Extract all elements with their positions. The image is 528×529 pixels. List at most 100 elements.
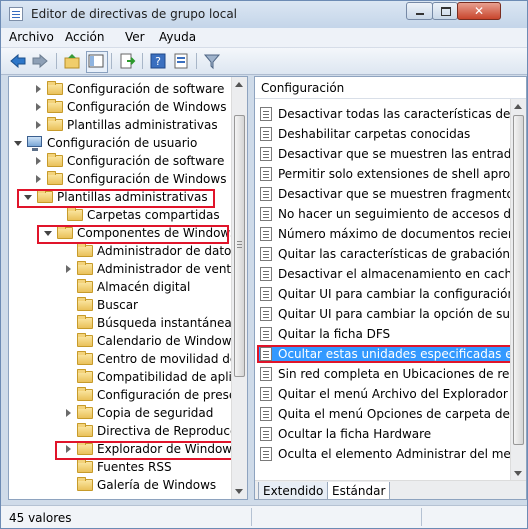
policy-row[interactable]: No hacer un seguimiento de accesos direc… <box>255 204 523 224</box>
policy-label: Desactivar que se muestren fragmentos en… <box>278 187 523 201</box>
policy-row[interactable]: Desactivar que se muestren fragmentos en… <box>255 184 523 204</box>
expand-arrow-icon[interactable] <box>36 175 41 183</box>
menu-ayuda[interactable]: Ayuda <box>159 30 196 44</box>
policy-row[interactable]: Oculta el elemento Administrar del menú … <box>255 444 523 464</box>
up-folder-icon[interactable] <box>63 52 81 70</box>
properties-icon[interactable] <box>172 52 190 70</box>
export-list-icon[interactable] <box>118 52 136 70</box>
tree-item-label: Búsqueda instantánea <box>97 316 232 330</box>
tree-item[interactable]: Administrador de datos ac <box>9 242 247 260</box>
show-hide-tree-icon[interactable] <box>86 51 108 73</box>
tree-item[interactable]: Configuración de usuario <box>9 134 231 152</box>
tree-item-label: Configuración de usuario <box>47 136 198 150</box>
maximize-button[interactable] <box>432 2 458 20</box>
help-icon[interactable]: ? <box>149 52 167 70</box>
highlight-box <box>17 189 215 208</box>
tree-pane: Configuración de software Configuración d… <box>8 76 248 500</box>
column-header-configuracion[interactable]: Configuración <box>255 77 526 99</box>
policy-row[interactable]: Sin red completa en Ubicaciones de red <box>255 364 523 384</box>
window-title: Editor de directivas de grupo local <box>31 7 238 21</box>
expand-arrow-icon[interactable] <box>36 121 41 129</box>
policy-row[interactable]: Desactivar el almacenamiento en caché de… <box>255 264 523 284</box>
scroll-down-icon[interactable] <box>235 489 243 494</box>
menu-bar: Archivo Acción Ver Ayuda <box>1 28 527 48</box>
tree-item[interactable]: Directiva de Reproducció <box>9 422 247 440</box>
tree-item[interactable]: Configuración de Windows <box>9 98 231 116</box>
collapse-arrow-icon[interactable] <box>14 141 22 146</box>
forward-arrow-icon[interactable] <box>31 52 49 70</box>
scroll-down-icon[interactable] <box>514 471 522 476</box>
policy-setting-icon <box>260 167 272 181</box>
folder-icon <box>77 279 93 293</box>
folder-icon <box>77 423 93 437</box>
policy-row[interactable]: Deshabilitar carpetas conocidas <box>255 124 523 144</box>
tree-item[interactable]: Fuentes RSS <box>9 458 231 476</box>
policy-row[interactable]: Quitar UI para cambiar la configuración … <box>255 284 523 304</box>
expand-arrow-icon[interactable] <box>66 265 71 273</box>
expand-arrow-icon[interactable] <box>36 157 41 165</box>
folder-icon <box>77 459 93 473</box>
policy-setting-icon <box>260 327 272 341</box>
policy-row[interactable]: Desactivar todas las características de … <box>255 104 523 124</box>
back-arrow-icon[interactable] <box>9 52 27 70</box>
policy-row[interactable]: Permitir solo extensiones de shell aprob… <box>255 164 523 184</box>
policy-row[interactable]: Quitar el menú Archivo del Explorador de… <box>255 384 523 404</box>
tree-item-label: Configuración de software <box>67 82 225 96</box>
tree-item[interactable]: Galería de Windows <box>9 476 231 494</box>
scroll-thumb[interactable] <box>513 115 524 445</box>
policy-row[interactable]: Quitar la ficha DFS <box>255 324 523 344</box>
policy-setting-icon <box>260 347 272 361</box>
folder-icon <box>77 315 93 329</box>
tree-item[interactable]: Buscar <box>9 296 231 314</box>
tree-item[interactable]: Configuración de presenta <box>9 386 247 404</box>
tree-item[interactable]: Copia de seguridad <box>9 404 231 422</box>
tree-item[interactable]: Almacén digital <box>9 278 231 296</box>
policy-label: Desactivar el almacenamiento en caché de… <box>278 267 523 281</box>
expand-arrow-icon[interactable] <box>66 409 71 417</box>
policy-row[interactable]: Quitar UI para cambiar la opción de subr… <box>255 304 523 324</box>
tree-item[interactable]: Administrador de ventana <box>9 260 247 278</box>
policy-row[interactable]: Ocultar la ficha Hardware <box>255 424 523 444</box>
policy-row[interactable]: Quita el menú Opciones de carpeta del me… <box>255 404 523 424</box>
policy-row[interactable]: Desactivar que se muestren las entradas … <box>255 144 523 164</box>
scroll-up-icon[interactable] <box>235 82 243 87</box>
folder-icon <box>47 171 63 185</box>
tree-item[interactable]: Centro de movilidad de W <box>9 350 247 368</box>
status-bar: 45 valores <box>1 505 527 528</box>
policy-setting-icon <box>260 247 272 261</box>
policy-scrollbar[interactable] <box>510 99 526 481</box>
tree-item[interactable]: Calendario de Windows <box>9 332 238 350</box>
tree-item[interactable]: Carpetas compartidas <box>9 206 231 224</box>
close-button[interactable]: ✕ <box>457 2 501 20</box>
expand-arrow-icon[interactable] <box>36 85 41 93</box>
menu-archivo[interactable]: Archivo <box>9 30 54 44</box>
tab-extendido[interactable]: Extendido <box>258 482 329 500</box>
policy-setting-icon <box>260 187 272 201</box>
tab-estandar[interactable]: Estándar <box>327 482 391 500</box>
policy-setting-icon <box>260 227 272 241</box>
policy-row[interactable]: Quitar las características de grabación … <box>255 244 523 264</box>
menu-ver[interactable]: Ver <box>125 30 145 44</box>
menu-accion[interactable]: Acción <box>65 30 104 44</box>
expand-arrow-icon[interactable] <box>36 103 41 111</box>
tree-scrollbar[interactable] <box>231 77 247 499</box>
policy-label: Quitar las características de grabación … <box>278 247 523 261</box>
tree-item[interactable]: Configuración de Windows <box>9 170 231 188</box>
tree-item[interactable]: Búsqueda instantánea <box>9 314 232 332</box>
policy-label: Quitar la ficha DFS <box>278 327 391 341</box>
folder-icon <box>77 351 93 365</box>
scroll-thumb[interactable] <box>234 115 245 377</box>
tree-item[interactable]: Configuración de software <box>9 152 231 170</box>
tree-item[interactable]: Compatibilidad de aplicac <box>9 368 247 386</box>
policy-row[interactable]: Ocultar estas unidades especificadas en … <box>255 344 523 364</box>
filter-icon[interactable] <box>203 52 221 70</box>
tree-item-label: Plantillas administrativas <box>67 118 218 132</box>
policy-setting-icon <box>260 107 272 121</box>
tree-item[interactable]: Configuración de software <box>9 80 231 98</box>
tree-item[interactable]: Plantillas administrativas <box>9 116 231 134</box>
policy-row[interactable]: Número máximo de documentos recientes <box>255 224 523 244</box>
folder-icon <box>77 387 93 401</box>
minimize-button[interactable] <box>406 2 433 20</box>
toolbar: ? <box>1 48 527 75</box>
scroll-up-icon[interactable] <box>514 104 522 109</box>
